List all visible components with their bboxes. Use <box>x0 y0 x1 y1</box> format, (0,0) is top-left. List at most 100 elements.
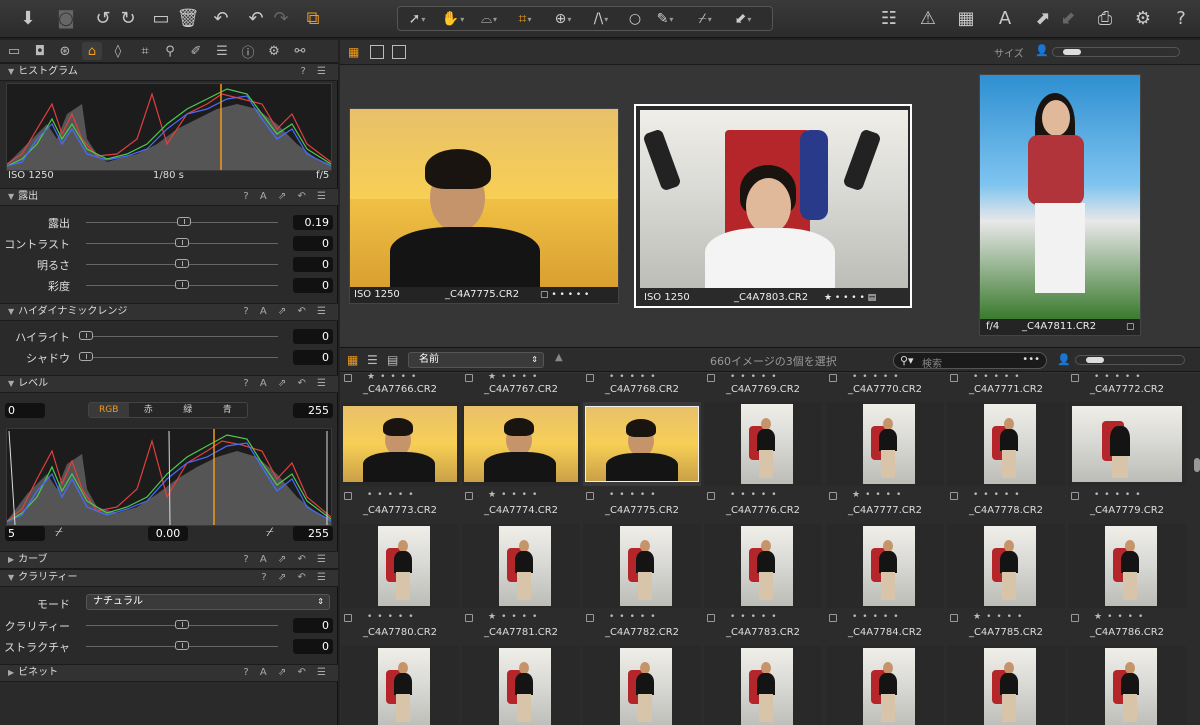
list-view-icon[interactable]: ☰ <box>367 353 378 367</box>
rating-dots[interactable]: ••••• <box>730 373 782 382</box>
structure-value[interactable]: 0 <box>293 639 333 654</box>
paste-arrow-icon[interactable]: ⬋ <box>1055 5 1081 31</box>
histogram-header[interactable]: ▼ ヒストグラム? ☰ <box>0 63 338 81</box>
vignette-header[interactable]: ▶ ビネット? A ⇗ ↶ ☰ <box>0 664 338 682</box>
rating-dots[interactable]: ★•••• <box>488 612 542 622</box>
levels-header[interactable]: ▼ レベル? A ⇗ ↶ ☰ <box>0 375 338 393</box>
viewer-card-3-check[interactable]: ▢ <box>1126 319 1135 335</box>
levels-tab-rgb[interactable]: RGB <box>89 403 129 417</box>
brightness-knob[interactable] <box>175 259 189 268</box>
levels-output-low[interactable]: 5 <box>5 526 45 541</box>
viewer-size-slider[interactable] <box>1052 47 1180 57</box>
thumb-checkbox[interactable] <box>950 492 958 500</box>
thumb-checkbox[interactable] <box>707 614 715 622</box>
settings-tab-icon[interactable]: ⚙ <box>264 42 284 60</box>
viewer-card-2-rating[interactable]: ★ • • • • ▤ <box>824 290 876 306</box>
exposure-tab-icon[interactable]: ⌂ <box>82 42 102 60</box>
thumb-checkbox[interactable] <box>950 374 958 382</box>
crop-icon[interactable]: ⌗ ▾ <box>510 9 540 29</box>
brush-tab-icon[interactable]: ✐ <box>186 42 206 60</box>
gear-icon[interactable]: ⚙ <box>1130 5 1156 31</box>
levels-midpoint[interactable]: 0.00 <box>148 526 188 541</box>
thumbnail-cell[interactable] <box>947 524 1065 608</box>
camera-icon[interactable]: ◙ <box>53 5 79 31</box>
thumb-rating[interactable]: ★•••• <box>826 490 944 503</box>
shadow-knob[interactable] <box>79 352 93 361</box>
thumbnail-cell[interactable] <box>704 402 822 486</box>
thumb-rating[interactable]: ••••• <box>704 612 822 625</box>
circle-icon[interactable]: ○ <box>620 9 650 29</box>
thumbnail-cell[interactable] <box>826 402 944 486</box>
rating-dots[interactable]: ••••• <box>609 373 661 382</box>
print-icon[interactable]: ⎙ <box>1092 5 1118 31</box>
thumb-rating[interactable]: ••••• <box>826 612 944 625</box>
thumbnail-cell[interactable] <box>704 524 822 608</box>
color-tab-icon[interactable]: ⊛ <box>55 42 75 60</box>
curve-header[interactable]: ▶ カーブ? A ⇗ ↶ ☰ <box>0 551 338 569</box>
move-to-folder-icon[interactable]: ▭ <box>148 5 174 31</box>
thumb-checkbox[interactable] <box>707 492 715 500</box>
single-view-icon[interactable] <box>370 45 384 59</box>
thumbnail-cell[interactable] <box>462 524 580 608</box>
levels-tab-green[interactable]: 緑 <box>168 403 208 417</box>
thumb-checkbox[interactable] <box>586 374 594 382</box>
thumb-rating[interactable]: ••••• <box>704 490 822 503</box>
levels-tab-red[interactable]: 赤 <box>129 403 169 417</box>
redo-icon[interactable]: ↷ <box>268 5 294 31</box>
crop-tab-icon[interactable]: ⌗ <box>135 42 155 60</box>
highlight-value[interactable]: 0 <box>293 329 333 344</box>
copy-adjustments-icon[interactable]: ⧉ <box>300 5 326 31</box>
thumb-checkbox[interactable] <box>586 614 594 622</box>
help-icon[interactable]: ? <box>1168 5 1194 31</box>
levels-input-low[interactable]: 0 <box>5 403 45 418</box>
lens-tab-icon[interactable]: ◊ <box>108 42 128 60</box>
rating-dots[interactable]: ••••• <box>973 373 1025 382</box>
thumb-checkbox[interactable] <box>465 374 473 382</box>
thumb-rating[interactable]: ••••• <box>583 490 701 503</box>
thumb-rating[interactable]: ••••• <box>341 490 459 503</box>
grid-icon[interactable]: ▦ <box>953 5 979 31</box>
thumb-checkbox[interactable] <box>1071 614 1079 622</box>
details-tab-icon[interactable]: ⚲ <box>160 42 180 60</box>
hdr-header[interactable]: ▼ ハイダイナミックレンジ? A ⇗ ↶ ☰ <box>0 303 338 321</box>
rating-dots[interactable]: ★•••• <box>852 490 906 500</box>
viewer-card-3[interactable]: f/4 _C4A7811.CR2 ▢ <box>979 74 1141 336</box>
search-options-icon[interactable]: ••• <box>1022 354 1040 365</box>
text-icon[interactable]: A <box>992 5 1018 31</box>
warning-icon[interactable]: ⚠ <box>915 5 941 31</box>
rating-dots[interactable]: ••••• <box>1094 490 1146 500</box>
search-field[interactable]: ⚲▾ 検索 ••• <box>893 352 1047 370</box>
thumbnail-cell[interactable] <box>947 402 1065 486</box>
viewer-size-knob[interactable] <box>1063 49 1081 55</box>
arrow-icon[interactable]: ⬋ ▾ <box>728 9 758 29</box>
clarity-mode-select[interactable]: ナチュラル ⇕ <box>86 594 330 610</box>
sort-select[interactable]: 名前 ⇕ <box>408 352 544 368</box>
rating-dots[interactable]: ••••• <box>367 490 419 500</box>
thumb-checkbox[interactable] <box>465 614 473 622</box>
thumb-checkbox[interactable] <box>829 614 837 622</box>
thumb-checkbox[interactable] <box>950 614 958 622</box>
thumbnail-cell[interactable] <box>1068 646 1186 725</box>
contrast-value[interactable]: 0 <box>293 236 333 251</box>
thumbnail-cell[interactable] <box>583 402 701 486</box>
thumbnail-cell[interactable] <box>826 524 944 608</box>
thumbnail-cell[interactable] <box>826 646 944 725</box>
thumb-rating[interactable]: ★•••• <box>1068 612 1186 625</box>
thumbnail-cell[interactable] <box>341 524 459 608</box>
viewer-card-1[interactable]: ISO 1250 _C4A7775.CR2 ▢ • • • • • <box>349 108 619 304</box>
thumbnail-cell[interactable] <box>583 646 701 725</box>
sort-direction-icon[interactable]: ▲ <box>555 352 563 363</box>
rating-dots[interactable]: ★•••• <box>488 490 542 500</box>
saturation-value[interactable]: 0 <box>293 278 333 293</box>
trash-icon[interactable]: 🗑 <box>175 5 201 31</box>
rotate-icon[interactable]: ⊕ ▾ <box>548 9 578 29</box>
compare-view-icon[interactable] <box>392 45 406 59</box>
browser-scrollbar[interactable] <box>1194 458 1200 472</box>
import-icon[interactable]: ⬇ <box>15 5 41 31</box>
thumb-rating[interactable]: ••••• <box>341 612 459 625</box>
thumb-checkbox[interactable] <box>1071 374 1079 382</box>
levels-output-high[interactable]: 255 <box>293 526 333 541</box>
thumb-rating[interactable]: ★•••• <box>947 612 1065 625</box>
thumb-rating[interactable]: ★•••• <box>462 490 580 503</box>
keystone-icon[interactable]: /\ ▾ <box>586 9 616 29</box>
